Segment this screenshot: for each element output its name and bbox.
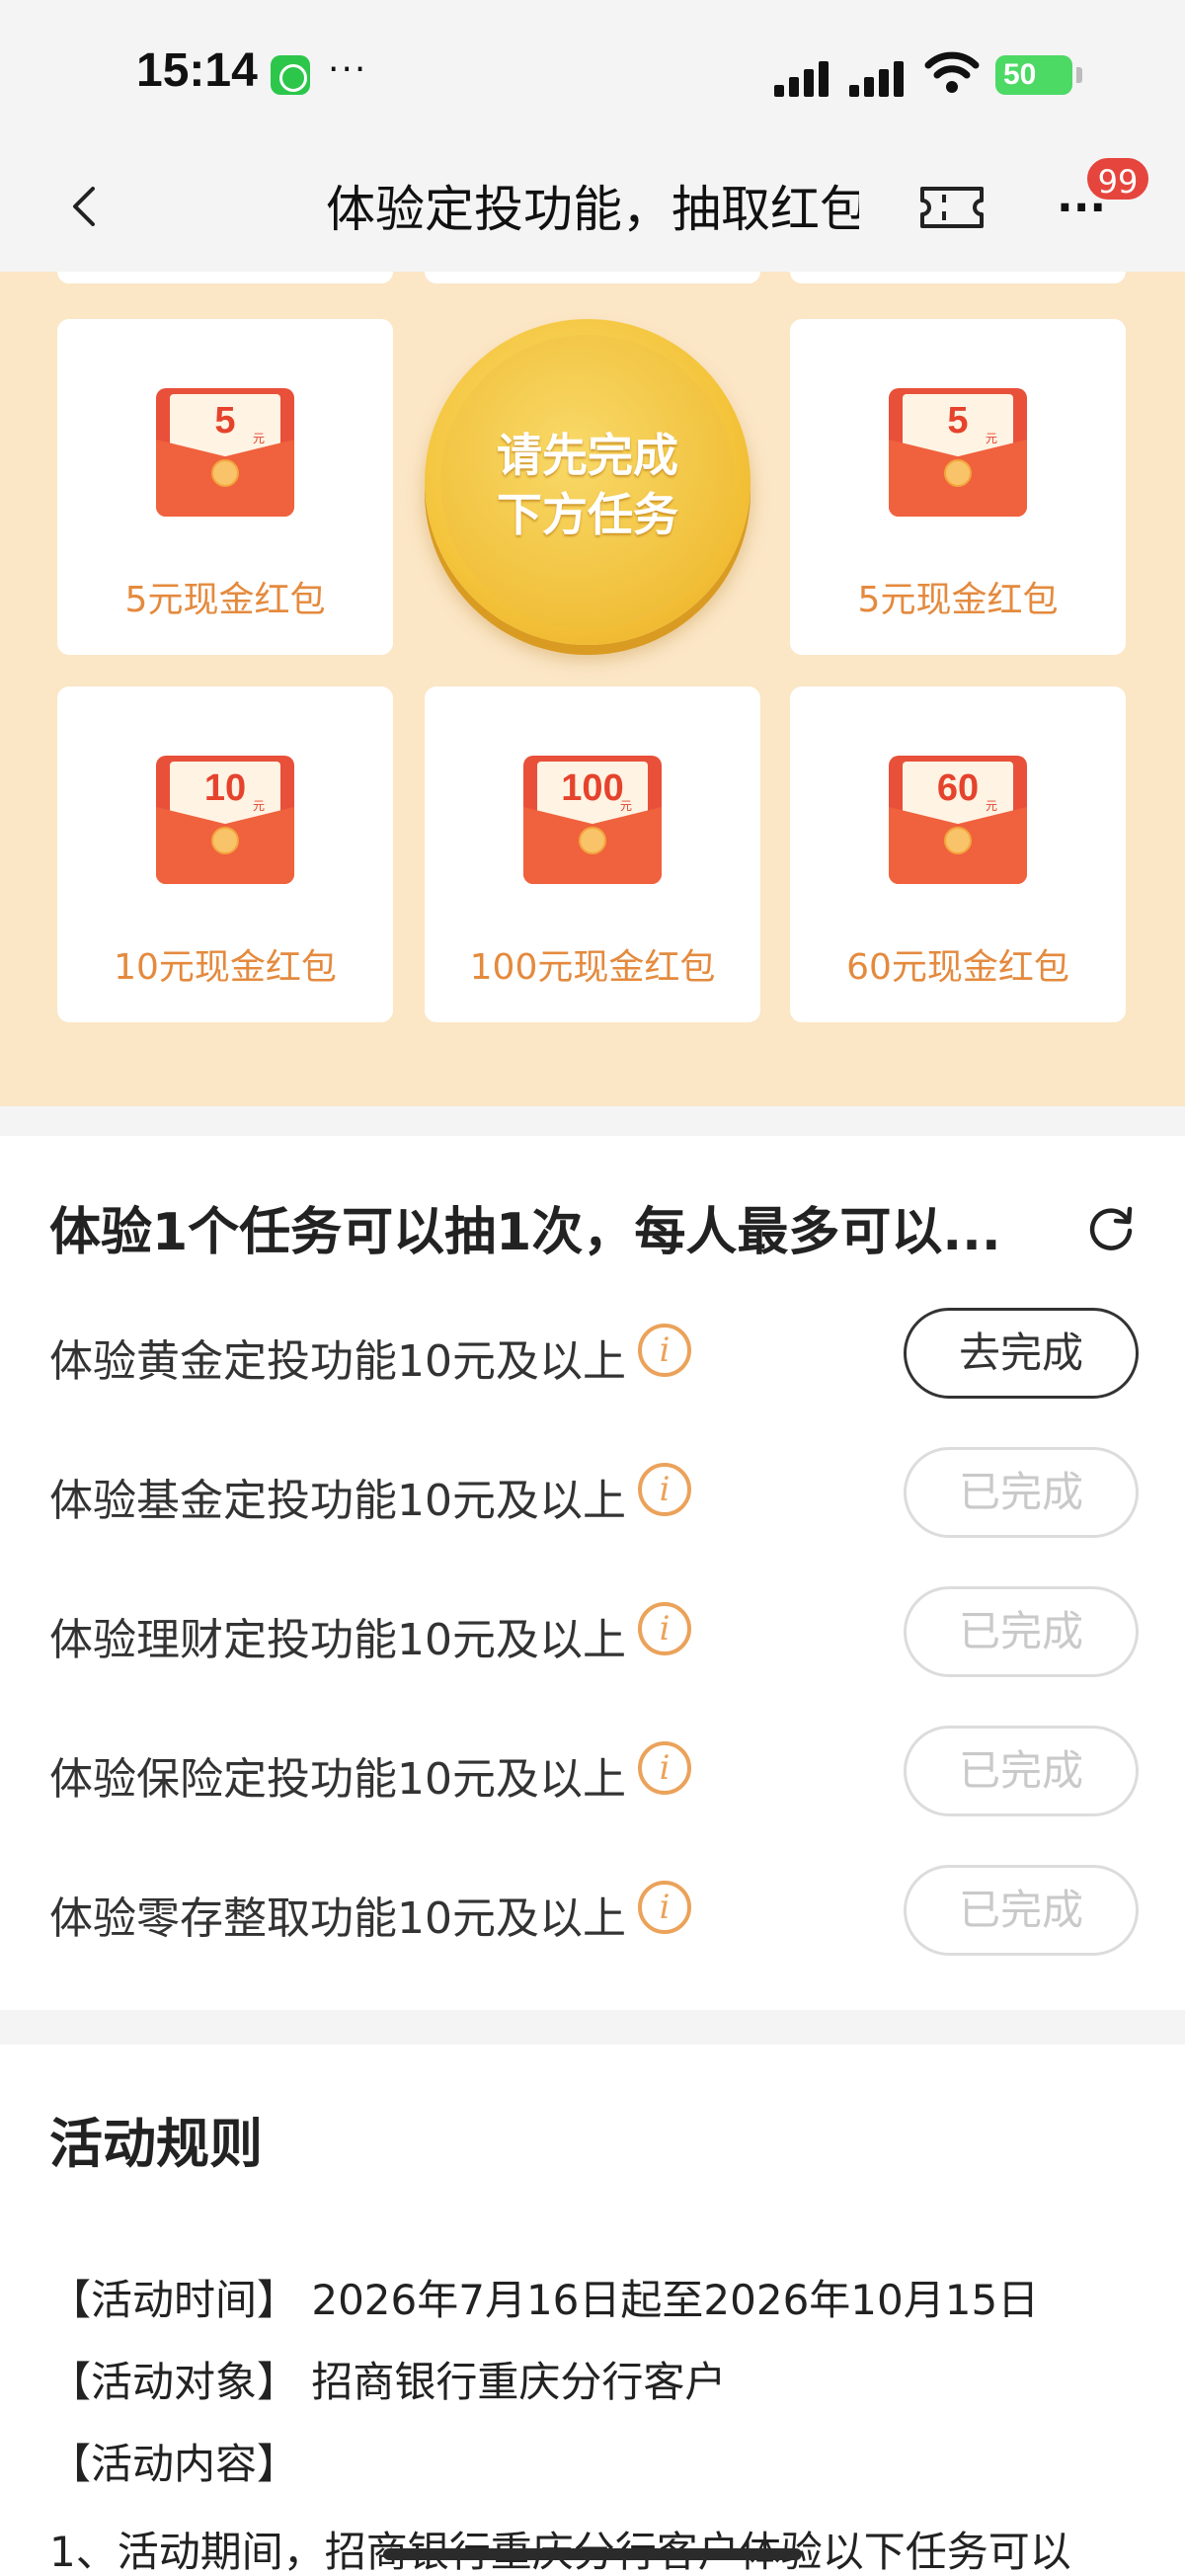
home-indicator[interactable]: [383, 2548, 802, 2560]
cellular-signal-icon: [774, 57, 837, 97]
go-complete-button[interactable]: 去完成: [904, 1308, 1139, 1399]
ticket-icon[interactable]: [918, 183, 986, 232]
rules-title: 活动规则: [49, 2113, 263, 2175]
info-icon[interactable]: i: [638, 1881, 691, 1934]
draw-button-line2: 下方任务: [497, 488, 678, 541]
prize-card: 100 元 100元现金红包: [425, 686, 760, 1022]
more-notifications-icon: ···: [328, 49, 368, 90]
completed-button[interactable]: 已完成: [904, 1447, 1139, 1538]
prize-label: 10元现金红包: [114, 947, 337, 988]
prize-card-partial: [790, 272, 1126, 283]
battery-indicator: 50: [995, 55, 1082, 95]
prize-grid: 5 元 5元现金红包 请先完成 下方任务 5 元 5元现金红包 10 元 10元…: [0, 272, 1185, 1106]
back-icon[interactable]: [65, 187, 105, 226]
prize-card-partial: [425, 272, 760, 283]
prize-label: 100元现金红包: [469, 947, 716, 988]
envelope-unit: 元: [985, 432, 997, 445]
info-icon[interactable]: i: [638, 1324, 691, 1377]
page-title: 体验定投功能，抽取红包: [326, 181, 859, 238]
prize-label: 5元现金红包: [857, 580, 1059, 620]
prize-card: 60 元 60元现金红包: [790, 686, 1126, 1022]
draw-button[interactable]: 请先完成 下方任务: [425, 319, 750, 645]
cellular-signal-icon-2: [849, 57, 912, 97]
envelope-unit: 元: [252, 799, 265, 813]
wifi-icon: [924, 51, 980, 93]
task-row: 体验基金定投功能10元及以上 i 已完成: [0, 1423, 1185, 1562]
prize-card: 10 元 10元现金红包: [57, 686, 393, 1022]
task-label: 体验保险定投功能10元及以上: [49, 1754, 626, 1805]
task-label: 体验零存整取功能10元及以上: [49, 1893, 626, 1944]
status-bar: 15:14 ··· 50: [0, 0, 1185, 143]
task-label: 体验基金定投功能10元及以上: [49, 1476, 626, 1526]
envelope-unit: 元: [252, 432, 265, 445]
red-envelope-icon: 5 元: [156, 388, 294, 517]
red-envelope-icon: 100 元: [523, 756, 662, 884]
prize-card: 5 元 5元现金红包: [790, 319, 1126, 655]
refresh-icon[interactable]: [1084, 1201, 1138, 1254]
red-envelope-icon: 60 元: [889, 756, 1027, 884]
tasks-title: 体验1个任务可以抽1次，每人最多可以...: [49, 1203, 1001, 1262]
info-icon[interactable]: i: [638, 1602, 691, 1655]
red-envelope-icon: 5 元: [889, 388, 1027, 517]
red-envelope-icon: 10 元: [156, 756, 294, 884]
prize-card-partial: [57, 272, 393, 283]
rule-target: 【活动对象】 招商银行重庆分行客户: [49, 2358, 727, 2406]
notification-badge: 99: [1084, 155, 1151, 202]
prize-label: 60元现金红包: [846, 947, 1069, 988]
rules-panel: 活动规则 【活动时间】 2026年7月16日起至2026年10月15日 【活动对…: [0, 2045, 1185, 2576]
rule-item-1: 1、活动期间，招商银行重庆分行客户体验以下任务可以: [49, 2519, 1071, 2576]
nav-bar: 体验定投功能，抽取红包 ··· 99: [0, 143, 1185, 272]
envelope-unit: 元: [985, 799, 997, 813]
rule-content-heading: 【活动内容】: [49, 2440, 299, 2488]
task-row: 体验理财定投功能10元及以上 i 已完成: [0, 1563, 1185, 1701]
task-row: 体验零存整取功能10元及以上 i 已完成: [0, 1841, 1185, 1979]
prize-label: 5元现金红包: [124, 580, 326, 620]
clock: 15:14: [136, 44, 258, 97]
rule-time: 【活动时间】 2026年7月16日起至2026年10月15日: [49, 2276, 1040, 2324]
prize-card: 5 元 5元现金红包: [57, 319, 393, 655]
task-label: 体验黄金定投功能10元及以上: [49, 1336, 626, 1387]
info-icon[interactable]: i: [638, 1463, 691, 1516]
wechat-notification-icon: [271, 55, 310, 95]
draw-button-line1: 请先完成: [497, 429, 678, 482]
task-label: 体验理财定投功能10元及以上: [49, 1615, 626, 1665]
task-row: 体验黄金定投功能10元及以上 i 去完成: [0, 1284, 1185, 1422]
completed-button[interactable]: 已完成: [904, 1865, 1139, 1956]
info-icon[interactable]: i: [638, 1741, 691, 1795]
tasks-panel: 体验1个任务可以抽1次，每人最多可以... 体验黄金定投功能10元及以上 i 去…: [0, 1136, 1185, 2010]
envelope-unit: 元: [619, 799, 632, 813]
completed-button[interactable]: 已完成: [904, 1726, 1139, 1816]
task-row: 体验保险定投功能10元及以上 i 已完成: [0, 1702, 1185, 1840]
completed-button[interactable]: 已完成: [904, 1586, 1139, 1677]
